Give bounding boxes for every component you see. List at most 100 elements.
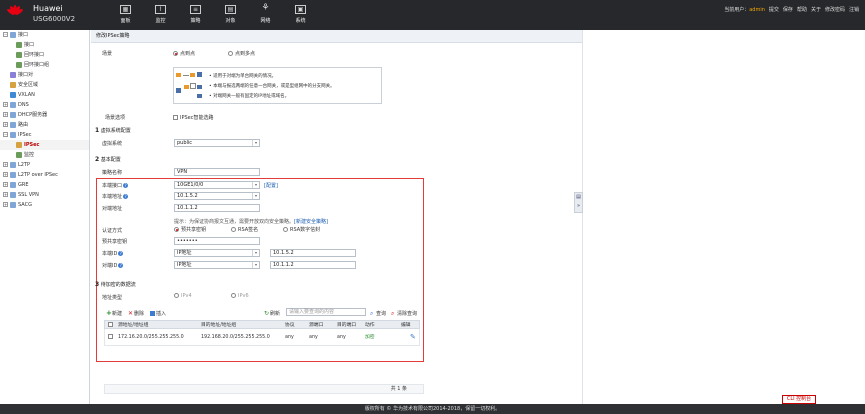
about-link[interactable]: 关于 <box>811 6 821 13</box>
refresh-button[interactable]: ↻刷新 <box>264 310 280 318</box>
auth-rsa-signature-radio[interactable]: RSA签名 <box>231 226 258 233</box>
local-interface-label: 本端接口? <box>102 183 129 189</box>
config-link[interactable]: [配置] <box>264 182 278 189</box>
auth-psk-radio[interactable]: 预共享密钥 <box>174 226 206 233</box>
save-link[interactable]: 保存 <box>783 6 793 13</box>
help-icon[interactable]: ? <box>118 263 124 268</box>
expand-icon[interactable]: + <box>3 172 8 177</box>
expand-icon[interactable]: + <box>3 182 8 187</box>
vsys-label: 虚拟系统 <box>102 141 123 147</box>
table-row[interactable]: 172.16.20.0/255.255.255.0 192.168.20.0/2… <box>104 329 420 346</box>
sidebar-item-interface-sub[interactable]: 接口 <box>0 40 89 50</box>
scene-option-label: 场景选项 <box>105 115 126 121</box>
sidebar-item-dns[interactable]: + DNS <box>0 100 89 110</box>
collapse-icon[interactable]: − <box>3 132 8 137</box>
local-id-label: 本端ID? <box>102 251 124 257</box>
new-button[interactable]: +新建 <box>106 310 122 318</box>
edit-icon[interactable]: ✎ <box>410 329 416 346</box>
logout-link[interactable]: 注销 <box>849 6 859 13</box>
search-input[interactable]: 请输入要查询的内容 <box>286 308 366 316</box>
folder-icon <box>10 181 16 188</box>
addr-type-ipv4-radio[interactable]: IPv4 <box>174 293 192 299</box>
nav-dashboard[interactable]: ▦ 面板 <box>108 3 143 24</box>
local-address-select[interactable]: 10.1.5.2 ▾ <box>174 192 260 200</box>
peer-id-type-select[interactable]: IP地址 ▾ <box>174 261 260 269</box>
sidebar-item-route[interactable]: + 路由 <box>0 120 89 130</box>
psk-input[interactable]: ••••••• <box>174 237 260 245</box>
nav-policy[interactable]: ≡ 策略 <box>178 3 213 24</box>
vsys-select[interactable]: public ▾ <box>174 139 260 147</box>
cli-console-button[interactable]: CLI 控制台 <box>782 395 816 404</box>
nav-monitor[interactable]: ⌇ 监控 <box>143 3 178 24</box>
sidebar-item-interface[interactable]: − 接口 <box>0 30 89 40</box>
network-icon: ⚘ <box>261 3 270 13</box>
expand-icon[interactable]: + <box>3 202 8 207</box>
help-icon[interactable]: ? <box>123 183 129 188</box>
sidebar-item-ipsec[interactable]: − IPSec <box>0 130 89 140</box>
local-id-type-select[interactable]: IP地址 ▾ <box>174 249 260 257</box>
sidebar-item-security-zone[interactable]: 安全区域 <box>0 80 89 90</box>
sidebar-item-loopback-group[interactable]: 回环接口组 <box>0 60 89 70</box>
peer-address-input[interactable]: 10.1.1.2 <box>174 204 260 212</box>
scene-p2p-radio[interactable]: 点到点 <box>173 50 195 57</box>
top-header: Huawei USG6000V2 ▦ 面板 ⌇ 监控 ≡ 策略 ▤ 对象 ⚘ 网络 ▣ 系统… <box>0 0 865 30</box>
scene-desc-line: • 适用于对端为单台网关的情况。 <box>209 74 277 79</box>
section-dataflow-header: 3 待加密的数据流 <box>95 281 136 288</box>
nav-object[interactable]: ▤ 对象 <box>213 3 248 24</box>
expand-icon[interactable]: + <box>3 162 8 167</box>
row-destination: 192.168.20.0/255.255.255.0 <box>201 335 270 340</box>
peer-id-label: 对端ID? <box>102 263 124 269</box>
new-security-policy-link[interactable]: [新建安全策略] <box>294 219 328 225</box>
page-footer: 版权所有 © 华为技术有限公司2014-2018，保留一切权利。 <box>0 404 865 414</box>
local-interface-select[interactable]: 10GE1/0/0 ▾ <box>174 181 260 189</box>
radio-checked-icon <box>173 51 178 56</box>
expand-icon[interactable]: + <box>3 102 8 107</box>
sidebar-item-ipsec-monitor[interactable]: 监控 <box>0 150 89 160</box>
query-button[interactable]: ⌕ 查询 <box>370 310 386 318</box>
expand-icon[interactable]: + <box>3 192 8 197</box>
vxlan-icon <box>10 91 16 98</box>
sidebar-item-vxlan[interactable]: VXLAN <box>0 90 89 100</box>
table-footer: 共 1 条 <box>104 384 424 394</box>
sidebar-item-ipsec-policy[interactable]: IPSec <box>0 140 89 150</box>
main-nav: ▦ 面板 ⌇ 监控 ≡ 策略 ▤ 对象 ⚘ 网络 ▣ 系统 <box>108 3 318 24</box>
sidebar-item-interface-pair[interactable]: 接口对 <box>0 70 89 80</box>
sidebar-item-sacg[interactable]: + SACG <box>0 200 89 210</box>
help-icon[interactable]: ? <box>118 251 124 256</box>
right-pane <box>582 30 865 404</box>
row-checkbox[interactable] <box>108 329 115 346</box>
chevron-down-icon: ▾ <box>252 262 259 268</box>
dataflow-table: 源地址/地址组 目的地址/地址组 协议 源端口 目的端口 动作 编辑 172.1… <box>104 320 420 346</box>
sidebar-item-dhcp[interactable]: + DHCP服务器 <box>0 110 89 120</box>
local-id-input[interactable]: 10.1.5.2 <box>270 249 356 257</box>
scene-p2mp-radio[interactable]: 点到多点 <box>228 50 255 57</box>
security-hint: 提示：为保证协商报文互通，需要开放双向安全策略。[新建安全策略] <box>174 219 328 225</box>
monitor-icon <box>16 151 22 158</box>
delete-button[interactable]: ✕删除 <box>128 310 144 318</box>
peer-id-input[interactable]: 10.1.1.2 <box>270 261 356 269</box>
sidebar-item-gre[interactable]: + GRE <box>0 180 89 190</box>
zone-icon <box>10 81 16 88</box>
addr-type-ipv6-radio[interactable]: IPv6 <box>231 293 249 299</box>
sidebar-item-loopback[interactable]: 回环接口 <box>0 50 89 60</box>
help-icon[interactable]: ? <box>123 194 129 199</box>
policy-name-input[interactable]: VPN <box>174 168 260 176</box>
help-link[interactable]: 帮助 <box>797 6 807 13</box>
collapse-icon[interactable]: − <box>3 32 8 37</box>
expand-icon[interactable]: + <box>3 122 8 127</box>
smart-route-checkbox[interactable]: IPSec智能选路 <box>173 114 214 121</box>
submit-link[interactable]: 提交 <box>769 6 779 13</box>
change-password-link[interactable]: 修改密码 <box>825 6 845 13</box>
nav-network[interactable]: ⚘ 网络 <box>248 3 283 25</box>
sidebar-item-ssl-vpn[interactable]: + SSL VPN <box>0 190 89 200</box>
sidebar-item-l2tp[interactable]: + L2TP <box>0 160 89 170</box>
nav-system[interactable]: ▣ 系统 <box>283 3 318 24</box>
insert-button[interactable]: 插入 <box>150 310 166 317</box>
expand-icon[interactable]: + <box>3 112 8 117</box>
collapse-panel-button[interactable]: ▤» <box>574 192 583 213</box>
auth-method-label: 认证方式 <box>102 228 123 234</box>
auth-rsa-envelope-radio[interactable]: RSA数字信封 <box>283 226 320 233</box>
clear-query-button[interactable]: ⌕ 清除查询 <box>391 310 417 318</box>
sidebar-item-l2tp-over-ipsec[interactable]: + L2TP over IPSec <box>0 170 89 180</box>
section-vsys-header: 1 虚拟系统配置 <box>95 127 131 134</box>
